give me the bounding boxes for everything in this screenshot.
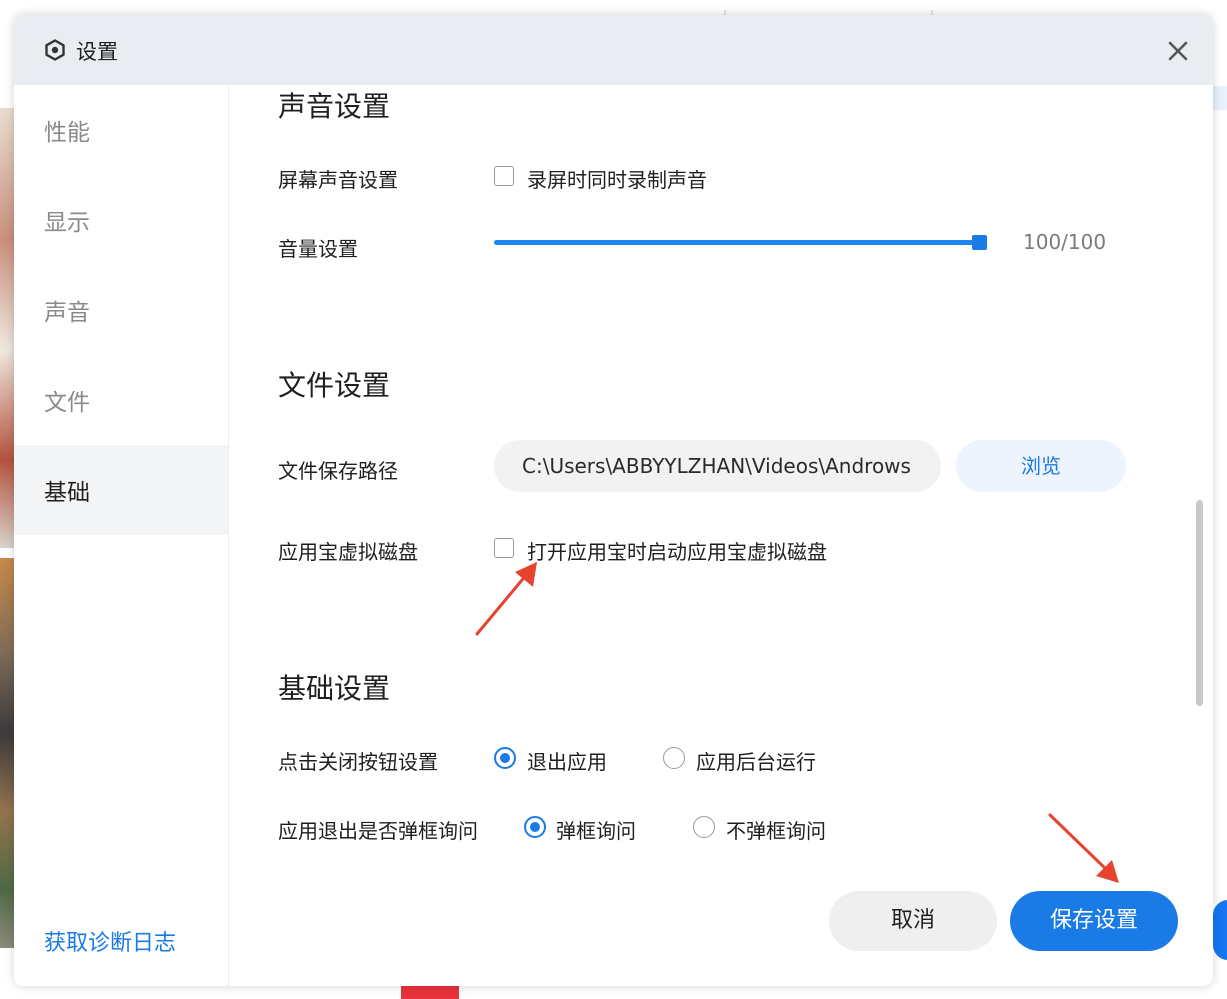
basic-section-title: 基础设置 (278, 672, 391, 705)
sidebar-item-label: 性能 (44, 120, 90, 146)
prompt-dialog-radio[interactable] (524, 816, 546, 838)
prompt-dialog-option-text: 弹框询问 (556, 819, 636, 843)
settings-content: 声音设置 屏幕声音设置 录屏时同时录制声音 音量设置 100/100 文件设置 … (229, 85, 1213, 986)
save-path-field[interactable] (494, 440, 941, 492)
sidebar-item-basic[interactable]: 基础 (14, 445, 228, 535)
exit-app-radio[interactable] (494, 747, 516, 769)
background-bottom-nav (0, 986, 1227, 999)
volume-slider-thumb[interactable] (972, 235, 987, 250)
sidebar-item-label: 基础 (44, 480, 90, 506)
background-right-list (1213, 0, 1227, 999)
virtual-disk-option-text: 打开应用宝时启动应用宝虚拟磁盘 (527, 540, 827, 564)
dialog-title: 设置 (76, 40, 118, 64)
settings-hexagon-icon (45, 39, 65, 61)
sidebar-item-performance[interactable]: 性能 (14, 85, 228, 175)
dialog-titlebar: 设置 (14, 15, 1213, 85)
save-settings-button[interactable]: 保存设置 (1010, 891, 1178, 951)
settings-sidebar: 性能 显示 声音 文件 基础 获取诊断日志 (14, 85, 229, 986)
background-left-thumbnails (0, 86, 14, 986)
cancel-button[interactable]: 取消 (829, 891, 997, 951)
sidebar-item-display[interactable]: 显示 (14, 175, 228, 265)
record-audio-checkbox[interactable] (494, 166, 514, 186)
screen-audio-label: 屏幕声音设置 (278, 168, 398, 192)
virtual-disk-checkbox[interactable] (494, 538, 514, 558)
save-path-label: 文件保存路径 (278, 459, 398, 483)
sidebar-item-sound[interactable]: 声音 (14, 265, 228, 355)
no-prompt-radio[interactable] (693, 816, 715, 838)
background-floating-button (1213, 900, 1227, 960)
volume-value: 100/100 (1023, 230, 1107, 254)
sidebar-item-file[interactable]: 文件 (14, 355, 228, 445)
background-run-option-text: 应用后台运行 (696, 750, 816, 774)
virtual-disk-label: 应用宝虚拟磁盘 (278, 540, 418, 564)
close-button-setting-label: 点击关闭按钮设置 (278, 750, 438, 774)
close-icon[interactable] (1164, 37, 1192, 65)
background-thumbnail (0, 108, 14, 548)
exit-app-option-text: 退出应用 (527, 750, 607, 774)
background-thumbnail (0, 558, 14, 948)
sound-section-title: 声音设置 (278, 90, 391, 123)
sidebar-item-label: 显示 (44, 210, 90, 236)
content-scrollbar[interactable] (1196, 500, 1203, 706)
record-audio-option-text: 录屏时同时录制声音 (527, 168, 707, 192)
volume-label: 音量设置 (278, 237, 358, 261)
background-run-radio[interactable] (663, 747, 685, 769)
exit-prompt-label: 应用退出是否弹框询问 (278, 819, 478, 843)
sidebar-item-label: 文件 (44, 390, 90, 416)
sidebar-item-label: 声音 (44, 300, 90, 326)
settings-dialog: 设置 性能 显示 声音 文件 基础 获取诊断日志 声音设置 屏幕声音设置 录屏时… (14, 15, 1213, 986)
diagnostic-log-link[interactable]: 获取诊断日志 (44, 925, 176, 957)
volume-slider-track[interactable] (494, 240, 980, 245)
file-section-title: 文件设置 (278, 369, 391, 402)
no-prompt-option-text: 不弹框询问 (726, 819, 826, 843)
browse-button[interactable]: 浏览 (956, 440, 1126, 492)
